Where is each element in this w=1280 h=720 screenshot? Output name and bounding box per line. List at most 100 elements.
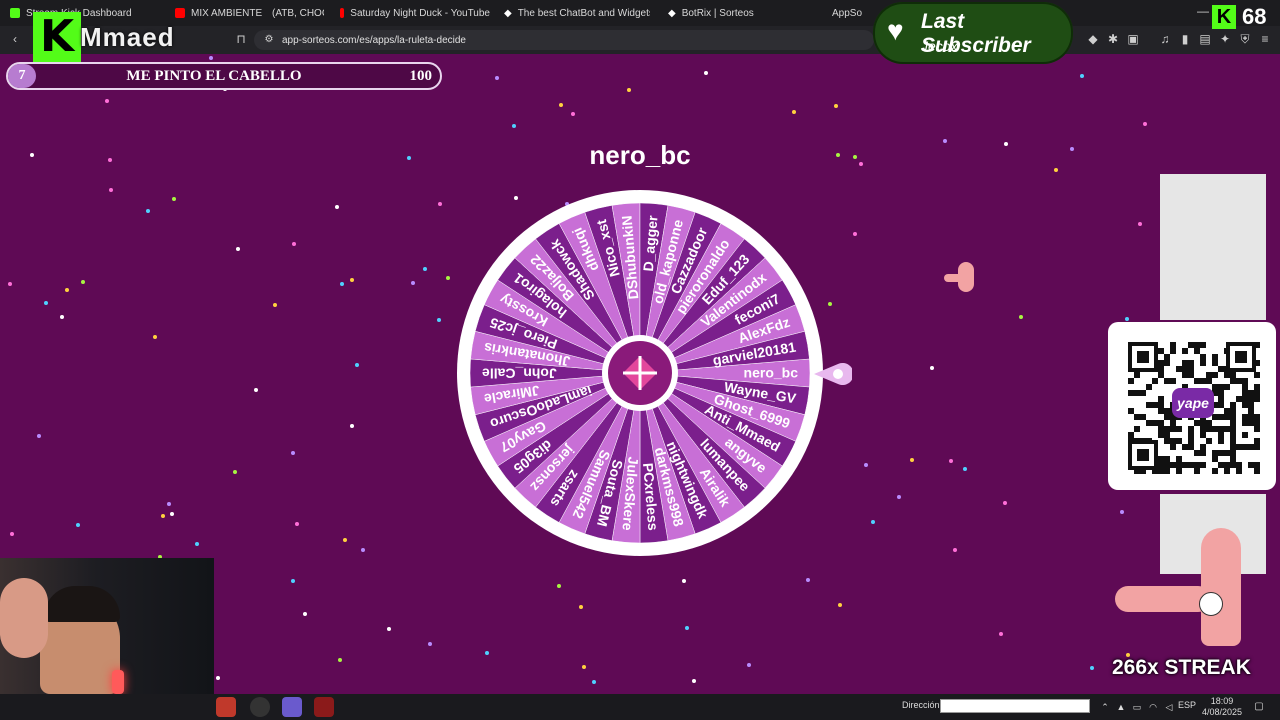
app-icon[interactable] <box>314 697 334 717</box>
qr-module <box>1128 378 1134 384</box>
confetti-dot <box>963 467 967 471</box>
address-input[interactable] <box>940 699 1090 713</box>
confetti-dot <box>303 612 307 616</box>
qr-module <box>1188 366 1194 372</box>
confetti-dot <box>571 112 575 116</box>
qr-module <box>1194 420 1200 426</box>
confetti-dot <box>172 197 176 201</box>
confetti-dot <box>930 366 934 370</box>
qr-module <box>1212 372 1218 378</box>
qr-module <box>1146 384 1152 390</box>
qr-label: yape <box>1172 388 1214 418</box>
network-icon[interactable]: ▭ <box>1130 700 1144 714</box>
tab-chatbot-widgets[interactable]: ◆ The best ChatBot and Widgets for Kick <box>504 4 650 22</box>
qr-module <box>1218 384 1224 390</box>
tab-atb[interactable]: (ATB, CHOCH <box>272 4 324 22</box>
confetti-dot <box>836 153 840 157</box>
qr-module <box>1230 408 1236 414</box>
tab-botrix-sorteos[interactable]: ◆ BotRix | Sorteos <box>668 4 818 22</box>
confetti-dot <box>8 282 12 286</box>
qr-module <box>1230 372 1236 378</box>
confetti-dot <box>195 542 199 546</box>
qr-module <box>1230 420 1236 426</box>
confetti-dot <box>254 388 258 392</box>
qr-module <box>1230 456 1236 462</box>
ai-icon[interactable]: ✦ <box>1218 32 1232 46</box>
back-icon[interactable]: ‹ <box>8 32 22 46</box>
nvidia-icon[interactable]: ▲ <box>1114 700 1128 714</box>
tab-saturday-night-duck[interactable]: Saturday Night Duck - YouTube <box>340 4 490 22</box>
address-bar[interactable]: app-sorteos.com/es/apps/la-ruleta-decide <box>254 30 874 50</box>
music-icon[interactable]: ♫ <box>1158 32 1172 46</box>
confetti-dot <box>343 538 347 542</box>
clock-time: 18:09 <box>1210 696 1234 706</box>
roulette-wheel[interactable]: nero_bc Wayne_GV Ghost_6999 Anti_Mmaed angyv… <box>455 188 825 558</box>
discord-icon[interactable] <box>282 697 302 717</box>
confetti-dot <box>236 247 240 251</box>
qr-module <box>1194 450 1200 456</box>
side-panel <box>1160 174 1266 320</box>
reader-icon[interactable]: ▣ <box>1126 32 1140 46</box>
tab-label: MIX AMBIENTE <box>191 7 263 19</box>
qr-module <box>1170 378 1176 384</box>
notification-icon[interactable]: ▢ <box>1252 700 1266 714</box>
qr-module <box>1218 414 1224 420</box>
qr-module <box>1235 351 1247 363</box>
tab-label: The best ChatBot and Widgets for Kick <box>517 7 650 19</box>
prize-number: 7 <box>8 64 36 88</box>
confetti-dot <box>291 451 295 455</box>
qr-module <box>1158 396 1164 402</box>
clock[interactable]: 18:09 4/08/2025 <box>1200 696 1244 718</box>
confetti-dot <box>692 679 696 683</box>
language-indicator[interactable]: ESP <box>1178 700 1196 710</box>
shield-icon[interactable]: ⛨ <box>1238 32 1252 46</box>
sidebar-icon[interactable]: ▮ <box>1178 32 1192 46</box>
qr-module <box>1194 342 1200 348</box>
puzzle-icon[interactable]: ✱ <box>1106 32 1120 46</box>
qr-module <box>1206 372 1212 378</box>
wallet-icon[interactable]: ▤ <box>1198 32 1212 46</box>
qr-module <box>1200 354 1206 360</box>
qr-module <box>1176 366 1182 372</box>
tab-appsorteos[interactable]: AppSo <box>832 4 880 22</box>
qr-module <box>1158 348 1164 354</box>
confetti-dot <box>407 156 411 160</box>
wifi-icon[interactable]: ◠ <box>1146 700 1160 714</box>
qr-module <box>1212 360 1218 366</box>
bookmark-icon[interactable]: ⊓ <box>234 32 248 46</box>
youtube-icon <box>340 8 345 18</box>
qr-module <box>1254 468 1260 474</box>
qr-module <box>1218 426 1224 432</box>
volume-icon[interactable]: ◁ <box>1162 700 1176 714</box>
qr-module <box>1242 384 1248 390</box>
qr-module <box>1230 462 1236 468</box>
menu-icon[interactable]: ≡ <box>1258 32 1272 46</box>
prize-count: 100 <box>409 68 433 84</box>
extension-icon[interactable]: ◆ <box>1086 32 1100 46</box>
qr-module <box>1188 444 1194 450</box>
confetti-dot <box>1070 147 1074 151</box>
confetti-dot <box>592 680 596 684</box>
confetti-dot <box>853 155 857 159</box>
confetti-dot <box>361 548 365 552</box>
qr-module <box>1224 450 1230 456</box>
confetti-dot <box>1090 666 1094 670</box>
brave-icon[interactable] <box>216 697 236 717</box>
qr-module <box>1218 402 1224 408</box>
obs-icon[interactable] <box>250 697 270 717</box>
confetti-dot <box>834 104 838 108</box>
confetti-dot <box>10 532 14 536</box>
confetti-dot <box>1003 501 1007 505</box>
site-settings-icon[interactable]: ⚙ <box>262 33 276 47</box>
confetti-dot <box>704 71 708 75</box>
qr-module <box>1182 372 1188 378</box>
minimize-icon[interactable]: — <box>1196 4 1210 18</box>
confetti-dot <box>338 658 342 662</box>
qr-module <box>1134 390 1140 396</box>
qr-module <box>1128 390 1134 396</box>
qr-module <box>1170 462 1176 468</box>
confetti-dot <box>582 665 586 669</box>
chevron-up-icon[interactable]: ⌃ <box>1098 700 1112 714</box>
channel-name: Mmaed <box>80 22 175 52</box>
tab-mix-ambiente[interactable]: MIX AMBIENTE <box>175 4 265 22</box>
